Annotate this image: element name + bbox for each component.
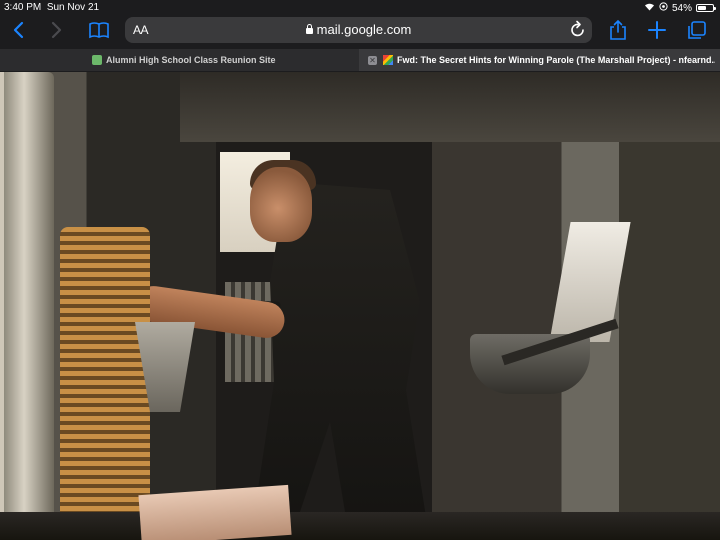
photo-box (138, 484, 292, 540)
battery-icon (696, 4, 716, 12)
bookmarks-icon[interactable] (88, 19, 110, 41)
battery-fill (698, 6, 706, 10)
photo-window (549, 222, 631, 342)
url-display[interactable]: mail.google.com (125, 22, 592, 37)
tab-bar: Alumni High School Class Reunion Site ✕ … (0, 49, 720, 71)
tab-alumni[interactable]: Alumni High School Class Reunion Site (0, 49, 359, 71)
battery-percent: 54% (671, 2, 692, 14)
email-photo (0, 72, 720, 540)
browser-toolbar: AA mail.google.com (0, 14, 720, 48)
tab-favicon-icon (92, 55, 102, 65)
wifi-icon (644, 2, 655, 14)
tab-title: Alumni High School Class Reunion Site (106, 55, 276, 65)
photo-door-frame (4, 72, 54, 540)
photo-person-head (250, 167, 312, 242)
tabs-icon[interactable] (686, 19, 708, 41)
reload-icon[interactable] (570, 20, 586, 42)
address-bar[interactable]: AA mail.google.com (125, 17, 592, 43)
back-icon[interactable] (8, 19, 30, 41)
status-time: 3:40 PM (4, 2, 42, 13)
photo-overhead (180, 72, 720, 142)
photo-floor (0, 512, 720, 540)
share-icon[interactable] (607, 19, 629, 41)
status-bar: 3:40 PM Sun Nov 21 54% (0, 0, 720, 14)
status-right: 54% (644, 2, 716, 14)
url-text: mail.google.com (316, 22, 412, 37)
tab-title: Fwd: The Secret Hints for Winning Parole… (397, 55, 715, 65)
close-tab-icon[interactable]: ✕ (368, 56, 377, 65)
forward-icon[interactable] (45, 19, 67, 41)
gmail-favicon-icon (383, 55, 393, 65)
status-time-date: 3:40 PM Sun Nov 21 (4, 2, 99, 13)
status-date: Sun Nov 21 (46, 2, 100, 13)
lock-icon (305, 24, 313, 34)
location-icon (659, 2, 668, 14)
tab-gmail[interactable]: ✕ Fwd: The Secret Hints for Winning Paro… (359, 49, 720, 71)
photo-ammo-belt (60, 227, 150, 527)
new-tab-icon[interactable] (646, 19, 668, 41)
